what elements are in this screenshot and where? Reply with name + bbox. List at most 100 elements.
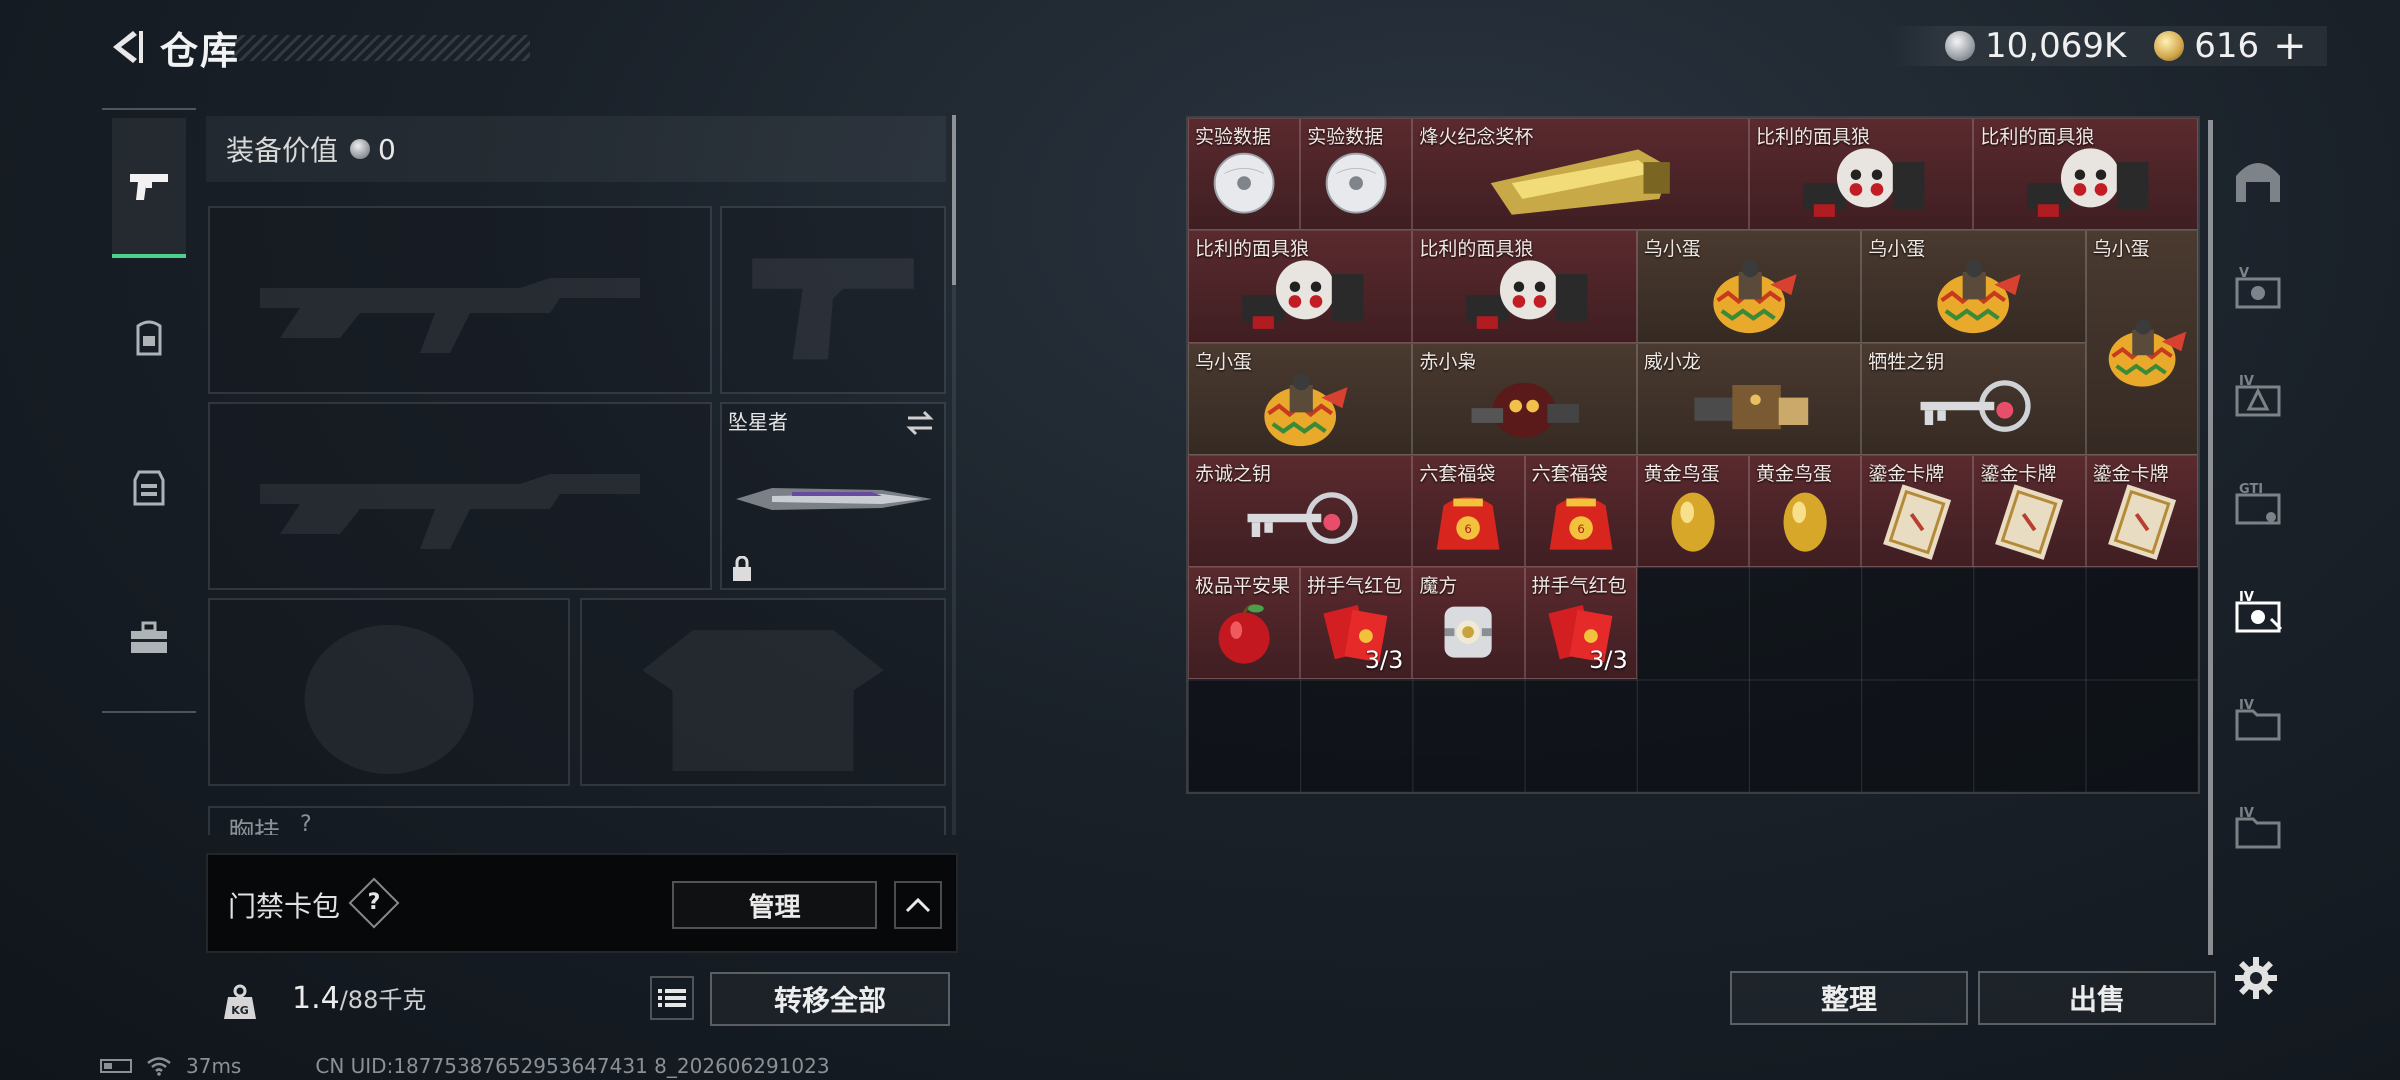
item-name: 比利的面具狼: [1195, 238, 1310, 261]
egg-toy-icon: [1195, 366, 1405, 450]
trophy-icon: [1419, 141, 1742, 225]
storage-item[interactable]: 实验数据: [1300, 118, 1413, 231]
storage-item[interactable]: 比利的面具狼: [1973, 118, 2198, 231]
category-weapons-storage[interactable]: V: [2220, 238, 2296, 338]
silver-coin-icon: [1945, 31, 1975, 61]
category-equipment-storage[interactable]: IV: [2220, 346, 2296, 446]
settings-button[interactable]: [2228, 950, 2284, 1006]
item-name: 实验数据: [1307, 126, 1384, 148]
list-icon: [658, 989, 686, 1007]
storage-item[interactable]: 牺牲之钥: [1861, 342, 2086, 455]
storage-item[interactable]: 实验数据: [1188, 118, 1301, 231]
storage-grid-panel: 实验数据 实验数据 烽火纪念奖杯 比利的面具狼 比利的面具狼 比利的面具狼 比利的面具狼 乌小…: [1186, 116, 2200, 794]
chest-rig-slot[interactable]: 胸挂 ?: [208, 806, 946, 835]
storage-item[interactable]: 赤诚之钥: [1188, 454, 1413, 568]
storage-item[interactable]: 魔方: [1412, 567, 1525, 680]
item-name: 比利的面具狼: [1756, 126, 1871, 148]
lucky-bag-icon: 6: [1419, 478, 1517, 562]
storage-item[interactable]: 拼手气红包 3/3: [1300, 567, 1413, 680]
category-collectibles-storage[interactable]: IV: [2220, 562, 2296, 662]
storage-item[interactable]: 拼手气红包 3/3: [1524, 567, 1637, 680]
tab-vest[interactable]: [112, 418, 186, 558]
storage-item[interactable]: 鎏金卡牌: [1973, 454, 2086, 568]
back-button[interactable]: [100, 22, 150, 72]
add-currency-button[interactable]: +: [2273, 23, 2307, 69]
storage-item[interactable]: 鎏金卡牌: [1861, 454, 1974, 568]
armor-slot[interactable]: [580, 598, 946, 786]
battery-icon: [100, 1059, 132, 1073]
tab-toolbox[interactable]: [112, 568, 186, 708]
manage-button[interactable]: 管理: [672, 881, 877, 929]
svg-text:6: 6: [1465, 522, 1473, 536]
tab-weapons[interactable]: [112, 118, 186, 258]
folder-icon: IV: [2235, 806, 2281, 849]
storage-item[interactable]: 比利的面具狼: [1188, 230, 1413, 343]
tab-backpack[interactable]: [112, 268, 186, 408]
storage-item[interactable]: 鎏金卡牌: [2085, 454, 2198, 568]
item-name: 鎏金卡牌: [1980, 462, 2057, 485]
item-name: 乌小蛋: [1195, 350, 1253, 373]
item-name: 拼手气红包: [1531, 575, 1627, 598]
storage-item[interactable]: 黄金鸟蛋: [1749, 454, 1862, 568]
storage-item[interactable]: 威小龙: [1636, 342, 1862, 455]
sort-button[interactable]: 整理: [1730, 971, 1968, 1025]
svg-text:GTI: GTI: [2239, 482, 2263, 497]
toolbox-icon: [131, 621, 167, 653]
storage-box-icon: IV: [2235, 590, 2283, 633]
storage-item[interactable]: 6 六套福袋: [1524, 454, 1637, 568]
item-name: 魔方: [1419, 575, 1458, 598]
storage-item[interactable]: 比利的面具狼: [1749, 118, 1974, 231]
primary-weapon-slot[interactable]: [208, 206, 712, 394]
svg-text:IV: IV: [2239, 806, 2254, 821]
list-view-button[interactable]: [650, 976, 694, 1020]
melee-slot[interactable]: 坠星者: [720, 402, 946, 590]
storage-item[interactable]: 乌小蛋: [1861, 230, 2086, 343]
storage-box-icon: V: [2235, 266, 2281, 309]
storage-item[interactable]: 极品平安果: [1188, 567, 1301, 680]
storage-box-icon: GTI: [2235, 482, 2281, 525]
storage-item[interactable]: 黄金鸟蛋: [1636, 454, 1749, 568]
transfer-all-button[interactable]: 转移全部: [710, 972, 950, 1026]
swap-icon[interactable]: [904, 410, 936, 436]
gold-coin-icon: [2154, 31, 2185, 61]
sell-button[interactable]: 出售: [1978, 971, 2216, 1025]
item-name: 六套福袋: [1531, 462, 1608, 485]
equipment-value-amount: 0: [378, 132, 396, 166]
storage-item[interactable]: 乌小蛋: [2085, 230, 2198, 455]
storage-item[interactable]: 比利的面具狼: [1412, 230, 1637, 343]
weight-current: 1.4: [292, 981, 340, 1016]
category-all[interactable]: [2220, 130, 2296, 230]
keycard-bar: 门禁卡包 ? 管理: [206, 853, 958, 953]
item-name: 拼手气红包: [1307, 575, 1403, 598]
category-storage-5[interactable]: IV: [2220, 670, 2296, 770]
melee-name: 坠星者: [728, 410, 788, 434]
storage-scrollbar[interactable]: [2208, 120, 2213, 955]
item-name: 黄金鸟蛋: [1643, 462, 1720, 485]
category-consumables-storage[interactable]: GTI: [2220, 454, 2296, 554]
item-name: 比利的面具狼: [1419, 238, 1534, 261]
storage-item[interactable]: 乌小蛋: [1636, 230, 1862, 343]
chevron-up-icon: [905, 897, 931, 913]
item-name: 烽火纪念奖杯: [1419, 126, 1534, 148]
item-name: 牺牲之钥: [1868, 350, 1945, 373]
dragon-icon: [1644, 366, 1854, 450]
storage-item[interactable]: 烽火纪念奖杯: [1412, 118, 1749, 231]
equipment-value-bar: 装备价值 0: [206, 116, 946, 182]
storage-item[interactable]: 6 六套福袋: [1412, 454, 1525, 568]
helmet-slot[interactable]: [208, 598, 570, 786]
storage-item[interactable]: 赤小枭: [1412, 342, 1637, 455]
secondary-weapon-slot[interactable]: [208, 402, 712, 590]
keycard-help-button[interactable]: ?: [348, 877, 400, 929]
pistol-slot[interactable]: [720, 206, 946, 394]
currency-bar: 10,069K 616 +: [1890, 23, 2327, 69]
item-name: 极品平安果: [1195, 575, 1291, 598]
equipment-scrollbar-thumb[interactable]: [952, 115, 956, 285]
weight-readout: 1.4/88千克: [292, 980, 426, 1016]
item-name: 黄金鸟蛋: [1756, 462, 1833, 485]
collapse-button[interactable]: [894, 881, 942, 929]
vest-icon: [133, 470, 165, 506]
category-storage-6[interactable]: IV: [2220, 778, 2296, 878]
storage-item[interactable]: 乌小蛋: [1188, 342, 1413, 455]
item-name: 实验数据: [1195, 126, 1272, 148]
equipment-panel: 装备价值 0 坠星者 胸挂 ?: [206, 110, 966, 835]
